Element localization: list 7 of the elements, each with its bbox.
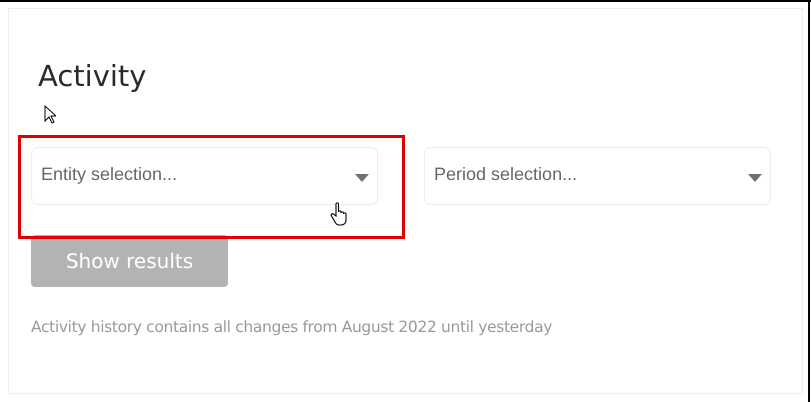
caret-icon (748, 174, 762, 182)
page-title: Activity (38, 59, 148, 93)
caret-icon (355, 174, 369, 182)
dropdown-field[interactable]: Period selection... (424, 147, 771, 205)
info-text: Activity history contains all changes from August 2022 until yesterday (31, 318, 554, 336)
dropdown-field[interactable]: Entity selection... (31, 147, 378, 205)
mouse-pointer-icon (44, 105, 56, 124)
